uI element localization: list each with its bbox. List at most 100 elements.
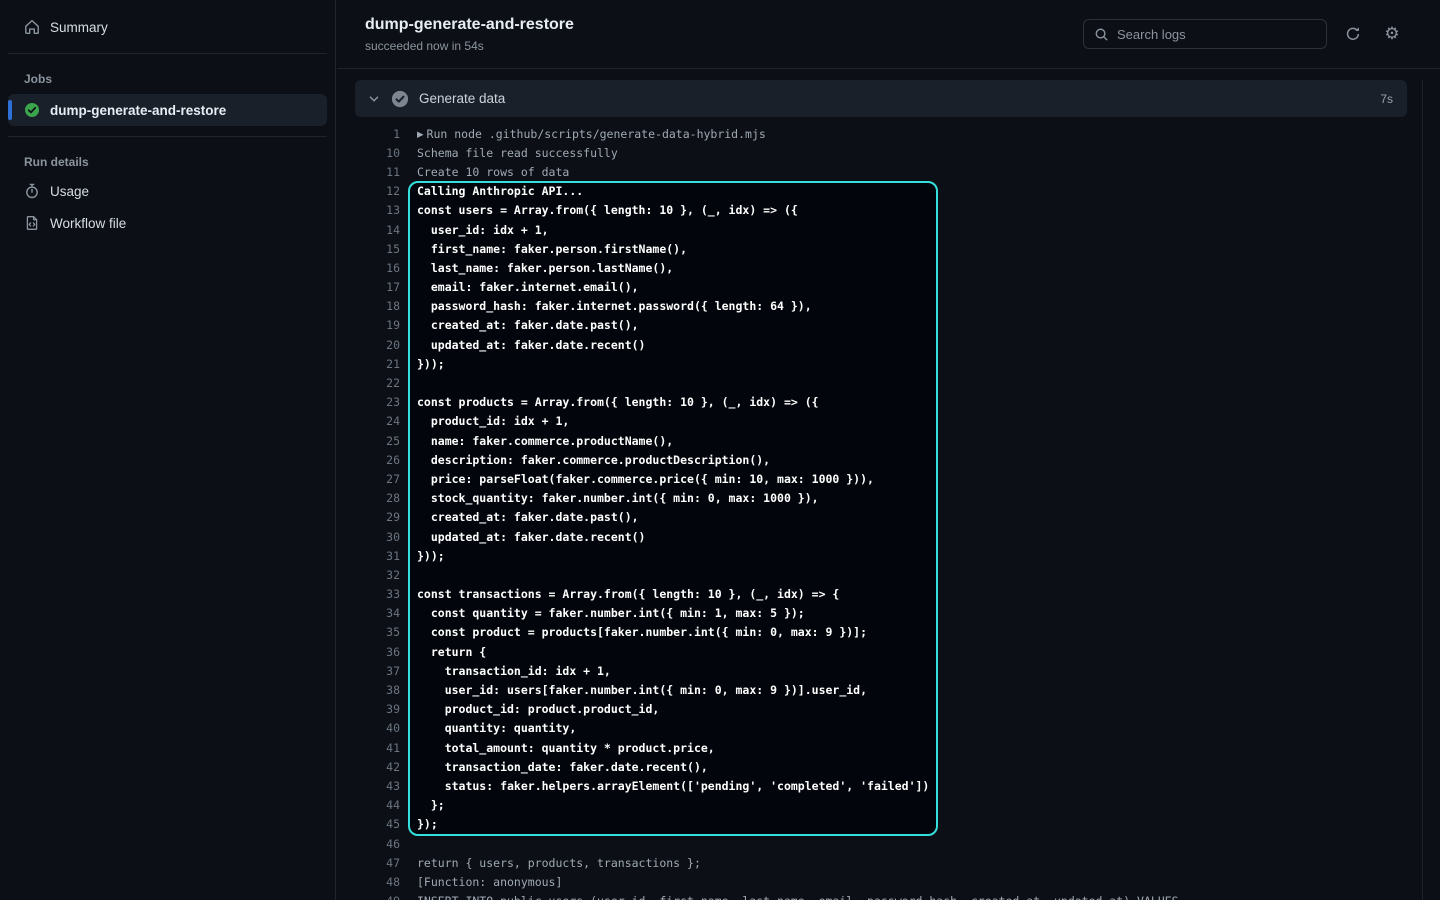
- log-text: status: faker.helpers.arrayElement(['pen…: [417, 779, 929, 793]
- log-line-48[interactable]: 48[Function: anonymous]: [355, 872, 1407, 891]
- line-number[interactable]: 27: [355, 472, 400, 486]
- gear-icon: ⚙: [1384, 26, 1399, 43]
- line-number[interactable]: 46: [355, 837, 400, 851]
- log-line-25[interactable]: 25 name: faker.commerce.productName(),: [355, 431, 1407, 450]
- line-number[interactable]: 30: [355, 530, 400, 544]
- log-text: first_name: faker.person.firstName(),: [417, 242, 687, 256]
- log-line-29[interactable]: 29 created_at: faker.date.past(),: [355, 508, 1407, 527]
- line-number[interactable]: 1: [355, 127, 400, 141]
- line-number[interactable]: 19: [355, 318, 400, 332]
- line-number[interactable]: 49: [355, 894, 400, 900]
- line-number[interactable]: 37: [355, 664, 400, 678]
- line-number[interactable]: 23: [355, 395, 400, 409]
- line-number[interactable]: 20: [355, 338, 400, 352]
- log-line-45[interactable]: 45});: [355, 815, 1407, 834]
- log-line-40[interactable]: 40 quantity: quantity,: [355, 719, 1407, 738]
- line-number[interactable]: 38: [355, 683, 400, 697]
- log-line-22[interactable]: 22: [355, 373, 1407, 392]
- step-header-generate-data[interactable]: Generate data 7s: [355, 80, 1407, 117]
- log-line-37[interactable]: 37 transaction_id: idx + 1,: [355, 661, 1407, 680]
- log-line-31[interactable]: 31}));: [355, 546, 1407, 565]
- sidebar-item-summary[interactable]: Summary: [8, 11, 327, 43]
- line-number[interactable]: 29: [355, 510, 400, 524]
- log-line-16[interactable]: 16 last_name: faker.person.lastName(),: [355, 258, 1407, 277]
- log-line-42[interactable]: 42 transaction_date: faker.date.recent()…: [355, 757, 1407, 776]
- line-number[interactable]: 31: [355, 549, 400, 563]
- sidebar-job-dump-generate-and-restore[interactable]: dump-generate-and-restore: [8, 94, 327, 126]
- log-line-1[interactable]: 1▶Run node .github/scripts/generate-data…: [355, 124, 1407, 143]
- log-line-41[interactable]: 41 total_amount: quantity * product.pric…: [355, 738, 1407, 757]
- line-number[interactable]: 42: [355, 760, 400, 774]
- log-line-43[interactable]: 43 status: faker.helpers.arrayElement(['…: [355, 776, 1407, 795]
- log-line-14[interactable]: 14 user_id: idx + 1,: [355, 220, 1407, 239]
- log-line-33[interactable]: 33const transactions = Array.from({ leng…: [355, 585, 1407, 604]
- line-number[interactable]: 24: [355, 414, 400, 428]
- sidebar-item-usage[interactable]: Usage: [8, 175, 327, 207]
- line-number[interactable]: 10: [355, 146, 400, 160]
- log-line-38[interactable]: 38 user_id: users[faker.number.int({ min…: [355, 680, 1407, 699]
- log-line-17[interactable]: 17 email: faker.internet.email(),: [355, 278, 1407, 297]
- log-line-18[interactable]: 18 password_hash: faker.internet.passwor…: [355, 297, 1407, 316]
- line-number[interactable]: 33: [355, 587, 400, 601]
- log-line-44[interactable]: 44 };: [355, 796, 1407, 815]
- log-line-39[interactable]: 39 product_id: product.product_id,: [355, 700, 1407, 719]
- sidebar-item-label: Workflow file: [50, 216, 126, 231]
- line-number[interactable]: 11: [355, 165, 400, 179]
- log-line-34[interactable]: 34 const quantity = faker.number.int({ m…: [355, 604, 1407, 623]
- line-number[interactable]: 12: [355, 184, 400, 198]
- log-line-10[interactable]: 10Schema file read successfully: [355, 143, 1407, 162]
- line-number[interactable]: 25: [355, 434, 400, 448]
- log-line-15[interactable]: 15 first_name: faker.person.firstName(),: [355, 239, 1407, 258]
- log-line-47[interactable]: 47return { users, products, transactions…: [355, 853, 1407, 872]
- line-number[interactable]: 35: [355, 625, 400, 639]
- log-line-23[interactable]: 23const products = Array.from({ length: …: [355, 393, 1407, 412]
- search-logs-input[interactable]: [1117, 27, 1316, 42]
- log-line-28[interactable]: 28 stock_quantity: faker.number.int({ mi…: [355, 489, 1407, 508]
- line-number[interactable]: 41: [355, 741, 400, 755]
- line-number[interactable]: 39: [355, 702, 400, 716]
- log-line-32[interactable]: 32: [355, 565, 1407, 584]
- line-number[interactable]: 18: [355, 299, 400, 313]
- log-line-26[interactable]: 26 description: faker.commerce.productDe…: [355, 450, 1407, 469]
- search-logs-box[interactable]: [1083, 19, 1327, 49]
- line-number[interactable]: 48: [355, 875, 400, 889]
- log-line-30[interactable]: 30 updated_at: faker.date.recent(): [355, 527, 1407, 546]
- log-line-46[interactable]: 46: [355, 834, 1407, 853]
- line-number[interactable]: 32: [355, 568, 400, 582]
- line-number[interactable]: 22: [355, 376, 400, 390]
- line-number[interactable]: 13: [355, 203, 400, 217]
- log-text: name: faker.commerce.productName(),: [417, 434, 673, 448]
- line-number[interactable]: 36: [355, 645, 400, 659]
- line-number[interactable]: 21: [355, 357, 400, 371]
- log-line-24[interactable]: 24 product_id: idx + 1,: [355, 412, 1407, 431]
- log-line-11[interactable]: 11Create 10 rows of data: [355, 162, 1407, 181]
- line-number[interactable]: 16: [355, 261, 400, 275]
- line-number[interactable]: 17: [355, 280, 400, 294]
- line-number[interactable]: 44: [355, 798, 400, 812]
- line-number[interactable]: 40: [355, 721, 400, 735]
- chevron-down-icon[interactable]: [367, 92, 381, 106]
- log-line-21[interactable]: 21}));: [355, 354, 1407, 373]
- line-number[interactable]: 28: [355, 491, 400, 505]
- log-line-13[interactable]: 13const users = Array.from({ length: 10 …: [355, 201, 1407, 220]
- log-line-35[interactable]: 35 const product = products[faker.number…: [355, 623, 1407, 642]
- log-line-19[interactable]: 19 created_at: faker.date.past(),: [355, 316, 1407, 335]
- sidebar-item-workflow-file[interactable]: Workflow file: [8, 207, 327, 239]
- line-number[interactable]: 47: [355, 856, 400, 870]
- line-number[interactable]: 14: [355, 223, 400, 237]
- log-text: price: parseFloat(faker.commerce.price({…: [417, 472, 874, 486]
- line-number[interactable]: 43: [355, 779, 400, 793]
- log-line-49[interactable]: 49INSERT INTO public.users (user_id, fir…: [355, 892, 1407, 900]
- log-settings-button[interactable]: ⚙: [1382, 24, 1402, 44]
- log-line-20[interactable]: 20 updated_at: faker.date.recent(): [355, 335, 1407, 354]
- scroll-rail[interactable]: [1422, 80, 1423, 900]
- line-number[interactable]: 15: [355, 242, 400, 256]
- refresh-logs-button[interactable]: [1343, 24, 1363, 44]
- log-line-36[interactable]: 36 return {: [355, 642, 1407, 661]
- line-number[interactable]: 34: [355, 606, 400, 620]
- line-number[interactable]: 26: [355, 453, 400, 467]
- log-text: const product = products[faker.number.in…: [417, 625, 867, 639]
- log-line-27[interactable]: 27 price: parseFloat(faker.commerce.pric…: [355, 469, 1407, 488]
- line-number[interactable]: 45: [355, 817, 400, 831]
- log-line-12[interactable]: 12Calling Anthropic API...: [355, 182, 1407, 201]
